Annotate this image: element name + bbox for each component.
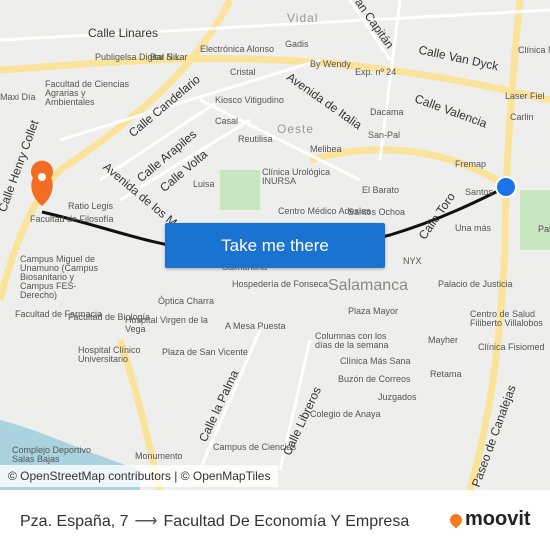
origin-name: Pza. España, 7 <box>20 513 129 530</box>
route-footer: Pza. España, 7 ⟶ Facultad De Economía Y Em… <box>0 490 550 550</box>
poi-label: Publigelsa Digital S.L. <box>95 52 183 62</box>
poi-label: Luisa <box>193 179 215 189</box>
poi-label: Monumento <box>135 451 183 461</box>
poi-label: Complejo Deportivo Salas Bajas <box>12 445 92 464</box>
map[interactable]: Calle Linares Calle Van Dyck Avenida de … <box>0 0 550 490</box>
poi-label: Facultad de Ciencias Agrarias y Ambienta… <box>45 79 130 107</box>
poi-label: Clínica Miguel <box>518 45 550 55</box>
poi-label: A Mesa Puesta <box>225 321 286 331</box>
poi-label: Melibea <box>310 144 342 154</box>
poi-label: Gadis <box>285 39 309 49</box>
poi-label: Mayher <box>428 335 459 345</box>
poi-label: Electrónica Alonso <box>200 44 275 54</box>
poi-label: Óptica Charra <box>158 296 215 306</box>
origin-marker[interactable] <box>495 176 517 198</box>
poi-label: Campus Miguel de Unamuno (Campus Biosani… <box>20 254 99 300</box>
poi-label: Una más <box>455 223 492 233</box>
poi-label: Centro de Salud Filiberto Villalobos <box>470 309 543 328</box>
poi-label: Centro Médico Adeslas <box>278 206 371 216</box>
route-title: Pza. España, 7 ⟶ Facultad De Economía Y Em… <box>20 511 409 531</box>
poi-label: Plaza Mayor <box>348 306 399 316</box>
poi-label: San-Pal <box>368 130 401 140</box>
moovit-logo: moovit <box>447 508 531 531</box>
poi-label: Kiosco Vitigudino <box>215 95 284 105</box>
poi-label: Retama <box>430 369 462 379</box>
arrow-right-icon: ⟶ <box>134 513 158 530</box>
poi-label: Facultad de Filosofía <box>30 214 114 224</box>
poi-label: Buzón de Correos <box>338 374 411 384</box>
poi-label: Dacama <box>370 107 404 117</box>
poi-label: By Wendy <box>310 59 351 69</box>
poi-label: Ratio Legis <box>68 201 114 211</box>
poi-label: El Barato <box>362 185 400 195</box>
park <box>220 170 260 210</box>
moovit-pin-icon <box>447 511 465 528</box>
poi-label: Clínica Más Sana <box>340 356 411 366</box>
poi-label: Campus de Ciencias <box>213 442 297 452</box>
poi-label: Pabellón La Alamedilla <box>538 224 550 234</box>
poi-label: Hospedería de Fonseca <box>232 279 329 289</box>
poi-label: Hospital Clínico Universitario <box>78 345 141 364</box>
park <box>520 190 550 250</box>
poi-label: Exp. nº 24 <box>355 67 397 77</box>
poi-label: Clínica Urológica INURSA <box>262 167 331 186</box>
city-label: Salamanca <box>328 277 409 294</box>
poi-label: Columnas con los días de la semana <box>315 331 389 350</box>
poi-label: Colegio de Anaya <box>310 409 381 419</box>
take-me-there-button[interactable]: Take me there <box>165 223 385 268</box>
poi-label: Reutilisa <box>238 134 273 144</box>
destination-name: Facultad De Economía Y Empresa <box>163 513 410 530</box>
poi-label: Santos <box>465 187 494 197</box>
poi-label: Cristal <box>230 67 256 77</box>
poi-label: Clínica Fisiomed <box>478 342 545 352</box>
poi-label: Laser Fiel <box>505 91 545 101</box>
poi-label: Maxi Día <box>0 92 36 102</box>
poi-label: Fremap <box>455 159 487 169</box>
poi-label: NYX <box>403 256 422 266</box>
poi-label: Plaza de San Vicente <box>162 347 248 357</box>
poi-label: Carlin <box>510 112 534 122</box>
poi-label: Casal <box>215 116 239 126</box>
poi-label: Hospital Virgen de la Vega <box>125 315 208 334</box>
poi-label: Palacio de Justicia <box>438 279 513 289</box>
poi-label: Juzgados <box>378 392 417 402</box>
district-label: Vidal <box>287 11 319 25</box>
district-label: Oeste <box>277 122 315 136</box>
street-label: Calle Linares <box>88 26 159 40</box>
map-attribution: © OpenStreetMap contributors | © OpenMap… <box>0 465 279 487</box>
